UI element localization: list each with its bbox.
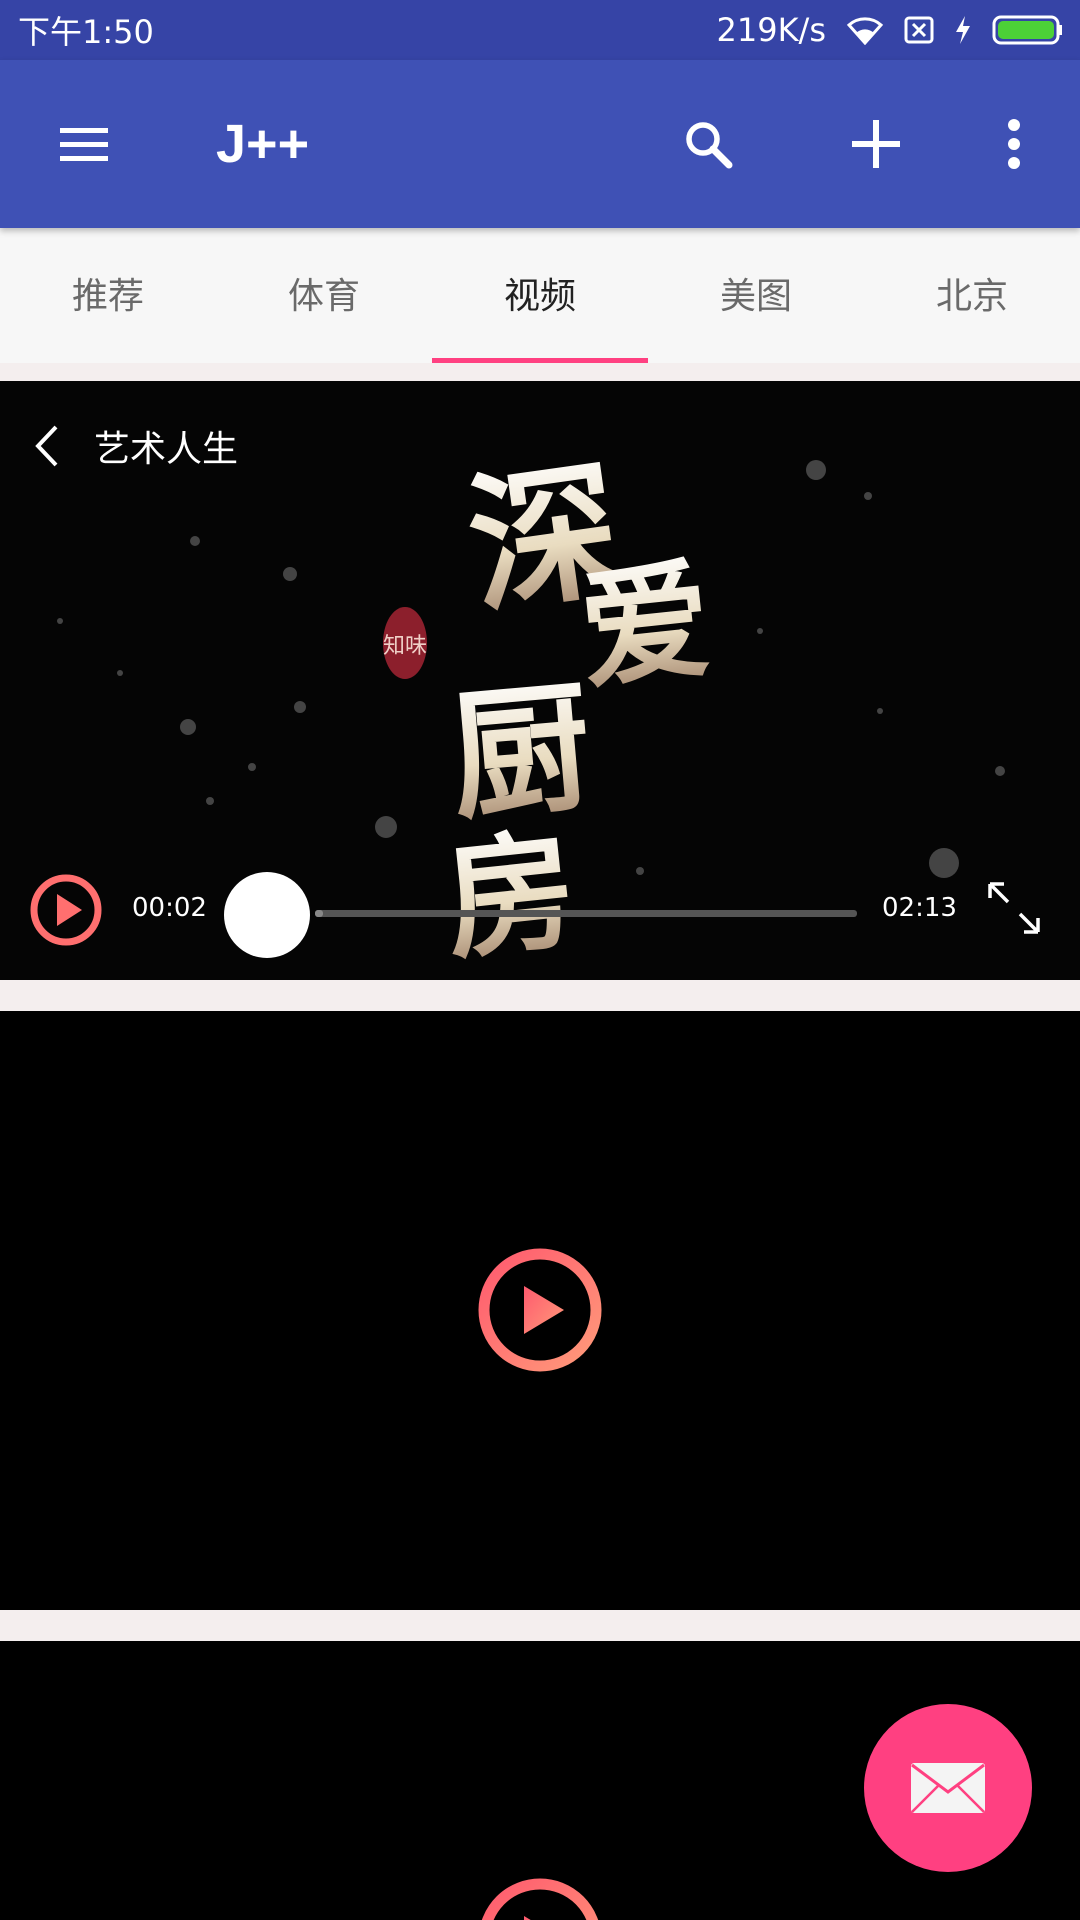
charging-icon	[956, 16, 970, 44]
tab-beijing[interactable]: 北京	[864, 228, 1080, 363]
svg-text:爱: 爱	[573, 542, 718, 708]
play-icon[interactable]	[476, 1876, 604, 1920]
video-title: 艺术人生	[94, 429, 239, 470]
network-speed: 219K/s	[716, 11, 826, 49]
seek-bar[interactable]	[315, 910, 857, 917]
wifi-icon	[846, 17, 884, 45]
tab-label: 美图	[719, 275, 792, 317]
app-title: J++	[216, 114, 310, 174]
video-player[interactable]	[0, 1011, 1080, 1610]
play-icon[interactable]	[28, 872, 104, 948]
video-topbar: 艺术人生	[0, 381, 1080, 511]
more-vert-icon	[1008, 119, 1020, 169]
tab-sports[interactable]: 体育	[216, 228, 432, 363]
add-icon	[852, 120, 900, 168]
tab-label: 视频	[503, 275, 576, 317]
menu-icon	[60, 128, 108, 161]
status-bar: 下午1:50 219K/s	[0, 0, 1080, 60]
tab-pictures[interactable]: 美图	[648, 228, 864, 363]
tab-recommend[interactable]: 推荐	[0, 228, 216, 363]
category-tabs: 推荐 体育 视频 美图 北京	[0, 228, 1080, 363]
battery-icon	[992, 15, 1062, 45]
more-options-button[interactable]	[972, 102, 1056, 186]
fullscreen-icon[interactable]	[986, 880, 1042, 936]
add-button[interactable]	[834, 102, 918, 186]
menu-button[interactable]	[42, 102, 126, 186]
status-time: 下午1:50	[18, 13, 154, 51]
back-icon[interactable]	[30, 424, 66, 468]
total-duration: 02:13	[882, 893, 957, 923]
app-toolbar: J++	[0, 60, 1080, 228]
tab-indicator	[432, 358, 648, 363]
tab-label: 体育	[287, 275, 360, 317]
search-icon	[686, 122, 733, 169]
mail-icon	[911, 1763, 985, 1813]
tab-label: 北京	[935, 275, 1008, 317]
search-button[interactable]	[666, 102, 750, 186]
svg-text:知味: 知味	[383, 634, 427, 659]
no-sim-icon	[904, 16, 934, 44]
elapsed-time: 00:02	[132, 893, 207, 923]
seek-thumb[interactable]	[224, 872, 310, 958]
status-icons: 219K/s	[716, 11, 1064, 49]
tab-label: 推荐	[71, 275, 144, 317]
compose-fab[interactable]	[864, 1704, 1032, 1872]
seek-progress	[315, 910, 324, 917]
player-controls: 00:02 02:13	[0, 850, 1080, 980]
video-player[interactable]: 知味 深 爱 厨 房 艺术人生 00:02 02:13	[0, 381, 1080, 980]
svg-text:厨: 厨	[444, 665, 598, 841]
tab-video[interactable]: 视频	[432, 228, 648, 363]
play-icon[interactable]	[476, 1246, 604, 1374]
